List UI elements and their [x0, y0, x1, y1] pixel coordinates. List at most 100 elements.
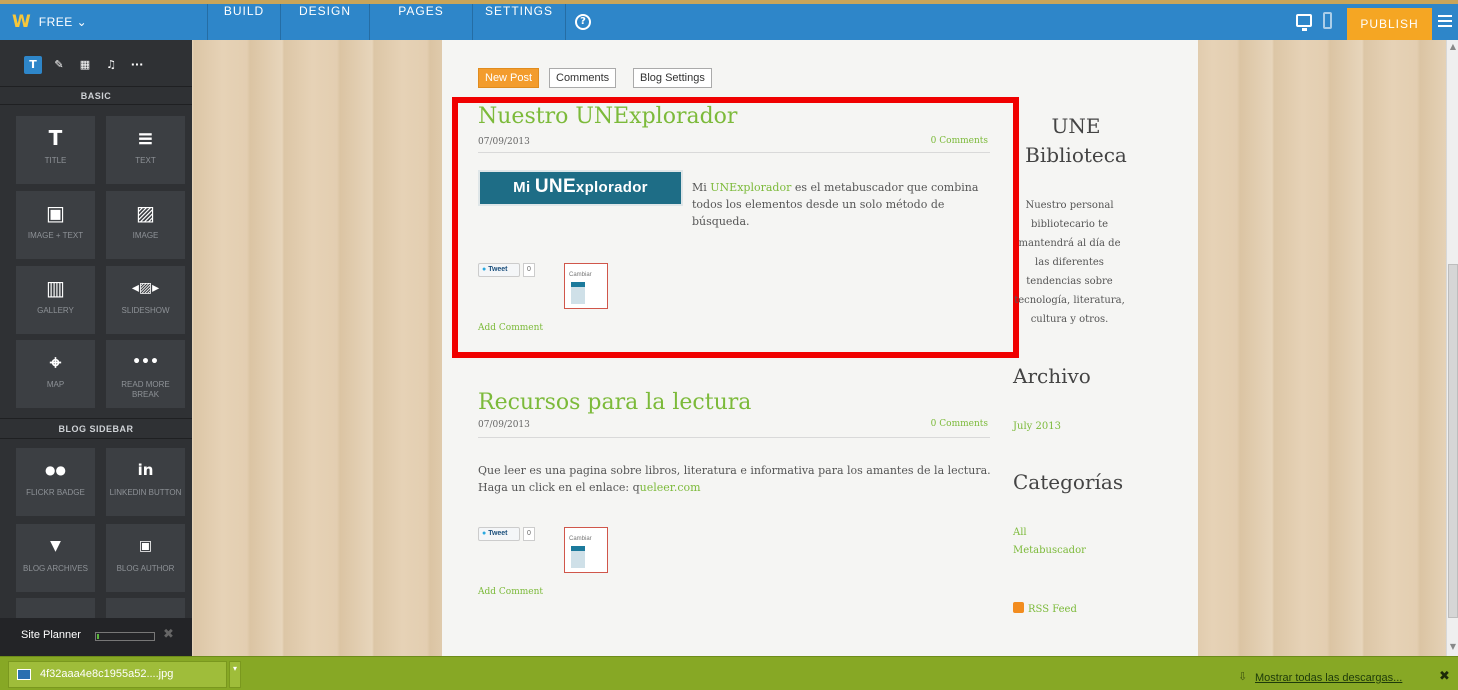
element-tile-text[interactable]: ≡ TEXT — [106, 116, 185, 184]
tile-label: SLIDESHOW — [121, 306, 170, 315]
element-tile-partial[interactable] — [16, 598, 95, 618]
show-all-downloads-link[interactable]: Mostrar todas las descargas... — [1255, 672, 1402, 684]
categories-heading: Categorías — [1013, 470, 1124, 494]
tile-label: LINKEDIN BUTTON — [109, 488, 182, 497]
tab-more-icon[interactable]: ··· — [128, 56, 146, 74]
help-icon[interactable]: ? — [575, 14, 591, 30]
mobile-view-icon[interactable] — [1323, 12, 1332, 29]
scroll-down-icon[interactable]: ▼ — [1448, 642, 1458, 652]
element-category-tabs: T ✎ ▦ ♫ ··· — [24, 56, 146, 74]
rss-icon — [1013, 602, 1024, 613]
gallery-icon: ▥ — [46, 276, 65, 300]
archives-icon: ▼ — [50, 538, 61, 554]
selection-highlight-box — [452, 97, 1019, 358]
tab-structure-icon[interactable]: ▦ — [76, 56, 94, 74]
element-tile-flickr[interactable]: ●● FLICKR BADGE — [16, 448, 95, 516]
tab-basic-text-icon[interactable]: T — [24, 56, 42, 74]
chevron-down-icon: ⌄ — [76, 15, 88, 29]
element-tile-read-more[interactable]: ••• READ MORE BREAK — [106, 340, 185, 408]
weebly-logo-icon: W — [12, 12, 31, 32]
post-date: 07/09/2013 — [478, 420, 530, 430]
archive-heading: Archivo — [1013, 364, 1091, 388]
section-heading-blog-sidebar: BLOG SIDEBAR — [58, 424, 134, 434]
site-sidebar-description: Nuestro personal bibliotecario te manten… — [1014, 200, 1125, 325]
divider — [0, 418, 192, 419]
divider — [0, 104, 192, 105]
scroll-up-icon[interactable]: ▲ — [1448, 42, 1458, 52]
tab-media-icon[interactable]: ♫ — [102, 56, 120, 74]
element-tile-gallery[interactable]: ▥ GALLERY — [16, 266, 95, 334]
category-item[interactable]: Metabuscador — [1013, 542, 1086, 560]
social-badge[interactable]: Cambiar — [564, 527, 608, 573]
download-item[interactable]: 4f32aaa4e8c1955a52....jpg — [8, 661, 227, 688]
tweet-count: 0 — [523, 527, 535, 541]
element-tile-title[interactable]: T TITLE — [16, 116, 95, 184]
hamburger-menu-icon[interactable] — [1438, 15, 1452, 27]
element-tile-blog-author[interactable]: ▣ BLOG AUTHOR — [106, 524, 185, 592]
linkedin-icon: in — [137, 461, 154, 479]
new-post-button[interactable]: New Post — [478, 68, 540, 88]
element-tile-image[interactable]: ▨ IMAGE — [106, 191, 185, 259]
category-item[interactable]: All — [1013, 524, 1027, 542]
site-planner[interactable]: Site Planner ✖ — [0, 618, 192, 656]
download-file-name: 4f32aaa4e8c1955a52....jpg — [40, 668, 174, 680]
archive-item[interactable]: July 2013 — [1013, 418, 1061, 436]
post-body: Que leer es una pagina sobre libros, lit… — [478, 464, 991, 494]
nav-pages[interactable]: PAGES — [370, 4, 472, 40]
read-more-icon: ••• — [132, 354, 159, 370]
download-arrow-icon: ⇩ — [1238, 670, 1248, 683]
tile-label: IMAGE — [132, 231, 159, 240]
tweet-button[interactable]: ● Tweet — [478, 527, 520, 541]
flickr-icon: ●● — [45, 463, 66, 477]
map-pin-icon: ⌖ — [49, 350, 62, 374]
publish-button[interactable]: PUBLISH — [1347, 8, 1432, 40]
element-tile-image-text[interactable]: ▣ IMAGE + TEXT — [16, 191, 95, 259]
close-icon[interactable]: ✖ — [1439, 669, 1450, 684]
download-options-arrow-icon[interactable]: ▾ — [229, 661, 241, 688]
site-planner-progress-fill — [97, 634, 99, 639]
site-planner-progress — [95, 632, 155, 641]
site-sidebar-title: UNE Biblioteca — [1025, 114, 1127, 167]
element-tile-partial[interactable] — [106, 598, 185, 618]
download-bar: 4f32aaa4e8c1955a52....jpg ▾ ⇩ Mostrar to… — [0, 656, 1458, 690]
rss-feed-link[interactable]: RSS Feed — [1013, 601, 1077, 619]
add-comment-link[interactable]: Add Comment — [478, 587, 543, 597]
divider — [0, 86, 192, 87]
tile-label: TEXT — [135, 156, 156, 165]
editor-top-bar: W FREE ⌄ BUILD DESIGN PAGES SETTINGS ? P… — [0, 4, 1458, 40]
desktop-view-icon[interactable] — [1296, 14, 1312, 31]
element-tile-slideshow[interactable]: ◂▨▸ SLIDESHOW — [106, 266, 185, 334]
tile-label: BLOG ARCHIVES — [23, 564, 88, 573]
tile-label: MAP — [46, 380, 65, 389]
post-body-link[interactable]: ueleer.com — [640, 481, 701, 494]
blog-settings-button[interactable]: Blog Settings — [633, 68, 712, 88]
tile-label: READ MORE BREAK — [121, 380, 170, 399]
divider — [478, 437, 990, 438]
tile-label: BLOG AUTHOR — [116, 564, 175, 573]
elements-sidebar: T ✎ ▦ ♫ ··· BASIC T TITLE ≡ TEXT ▣ IMAGE… — [0, 40, 192, 656]
plan-menu[interactable]: W FREE ⌄ — [12, 4, 87, 40]
tile-label: GALLERY — [37, 306, 74, 315]
scrollbar-thumb[interactable] — [1448, 264, 1458, 618]
tile-label: FLICKR BADGE — [26, 488, 85, 497]
tab-edit-icon[interactable]: ✎ — [50, 56, 68, 74]
text-icon: ≡ — [137, 126, 154, 150]
slideshow-icon: ◂▨▸ — [131, 280, 160, 296]
image-icon: ▨ — [136, 201, 155, 225]
vertical-scrollbar[interactable]: ▲ ▼ — [1446, 40, 1458, 656]
divider — [0, 438, 192, 439]
nav-settings[interactable]: SETTINGS — [473, 4, 565, 40]
element-tile-linkedin[interactable]: in LINKEDIN BUTTON — [106, 448, 185, 516]
element-tile-blog-archives[interactable]: ▼ BLOG ARCHIVES — [16, 524, 95, 592]
comments-button[interactable]: Comments — [549, 68, 617, 88]
element-tile-map[interactable]: ⌖ MAP — [16, 340, 95, 408]
nav-build[interactable]: BUILD — [208, 4, 280, 40]
tile-label: TITLE — [44, 156, 67, 165]
twitter-bird-icon: ● — [482, 530, 487, 537]
close-icon[interactable]: ✖ — [163, 627, 174, 642]
post-title[interactable]: Recursos para la lectura — [478, 390, 751, 415]
nav-design[interactable]: DESIGN — [281, 4, 369, 40]
tile-label: IMAGE + TEXT — [27, 231, 84, 240]
post-comments-link[interactable]: 0 Comments — [931, 419, 988, 429]
plan-label: FREE ⌄ — [38, 15, 88, 29]
